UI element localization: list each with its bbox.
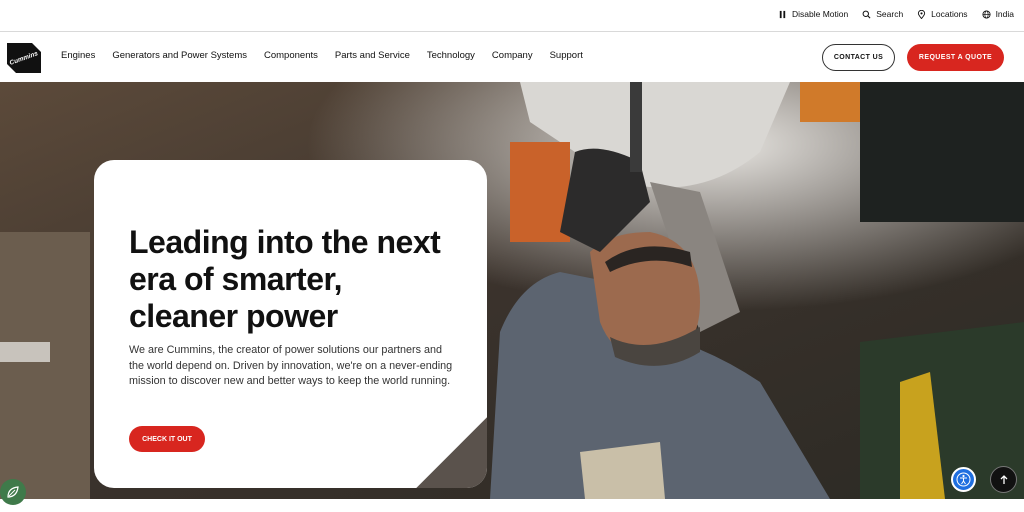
nav-components[interactable]: Components [264, 50, 318, 61]
cummins-logo[interactable]: Cummins [4, 39, 44, 77]
hero-title-line-2: era of smarter, [129, 261, 343, 297]
locations-label: Locations [931, 9, 968, 19]
request-quote-button[interactable]: REQUEST A QUOTE [907, 44, 1004, 71]
hero-section: Leading into the next era of smarter, cl… [0, 82, 1024, 499]
hero-description: We are Cummins, the creator of power sol… [129, 344, 453, 387]
locations-link[interactable]: Locations [917, 9, 968, 19]
globe-icon [982, 9, 991, 19]
nav-support[interactable]: Support [550, 50, 583, 61]
utility-links: Disable Motion Search Locations India [778, 9, 1014, 19]
utility-bar: Disable Motion Search Locations India [0, 0, 1024, 32]
region-label: India [995, 9, 1014, 19]
main-navigation: Cummins Engines Generators and Power Sys… [0, 33, 1024, 82]
nav-company[interactable]: Company [492, 50, 533, 61]
check-it-out-button[interactable]: CHECK IT OUT [129, 426, 205, 452]
search-label: Search [876, 9, 904, 19]
location-pin-icon [918, 9, 926, 19]
contact-us-button[interactable]: CONTACT US [822, 44, 895, 71]
hero-title: Leading into the next era of smarter, cl… [129, 224, 469, 335]
eco-badge[interactable] [0, 479, 26, 505]
hero-card: Leading into the next era of smarter, cl… [94, 160, 487, 488]
nav-engines[interactable]: Engines [61, 50, 95, 61]
nav-generators[interactable]: Generators and Power Systems [112, 50, 247, 61]
pause-icon [779, 10, 786, 18]
arrow-up-icon [1000, 474, 1007, 484]
disable-motion-link[interactable]: Disable Motion [778, 9, 848, 19]
nav-parts-and-service[interactable]: Parts and Service [335, 50, 410, 61]
accessibility-button[interactable] [951, 467, 976, 492]
search-icon [862, 10, 871, 18]
back-to-top-button[interactable] [990, 466, 1017, 493]
region-selector[interactable]: India [982, 9, 1014, 19]
search-link[interactable]: Search [862, 9, 903, 19]
leaf-icon [7, 486, 19, 498]
disable-motion-label: Disable Motion [792, 9, 849, 19]
hero-title-line-1: Leading into the next [129, 224, 441, 260]
accessibility-icon [956, 472, 971, 487]
hero-title-line-3: cleaner power [129, 298, 338, 334]
nav-technology[interactable]: Technology [427, 50, 475, 61]
nav-links: Engines Generators and Power Systems Com… [61, 50, 600, 61]
